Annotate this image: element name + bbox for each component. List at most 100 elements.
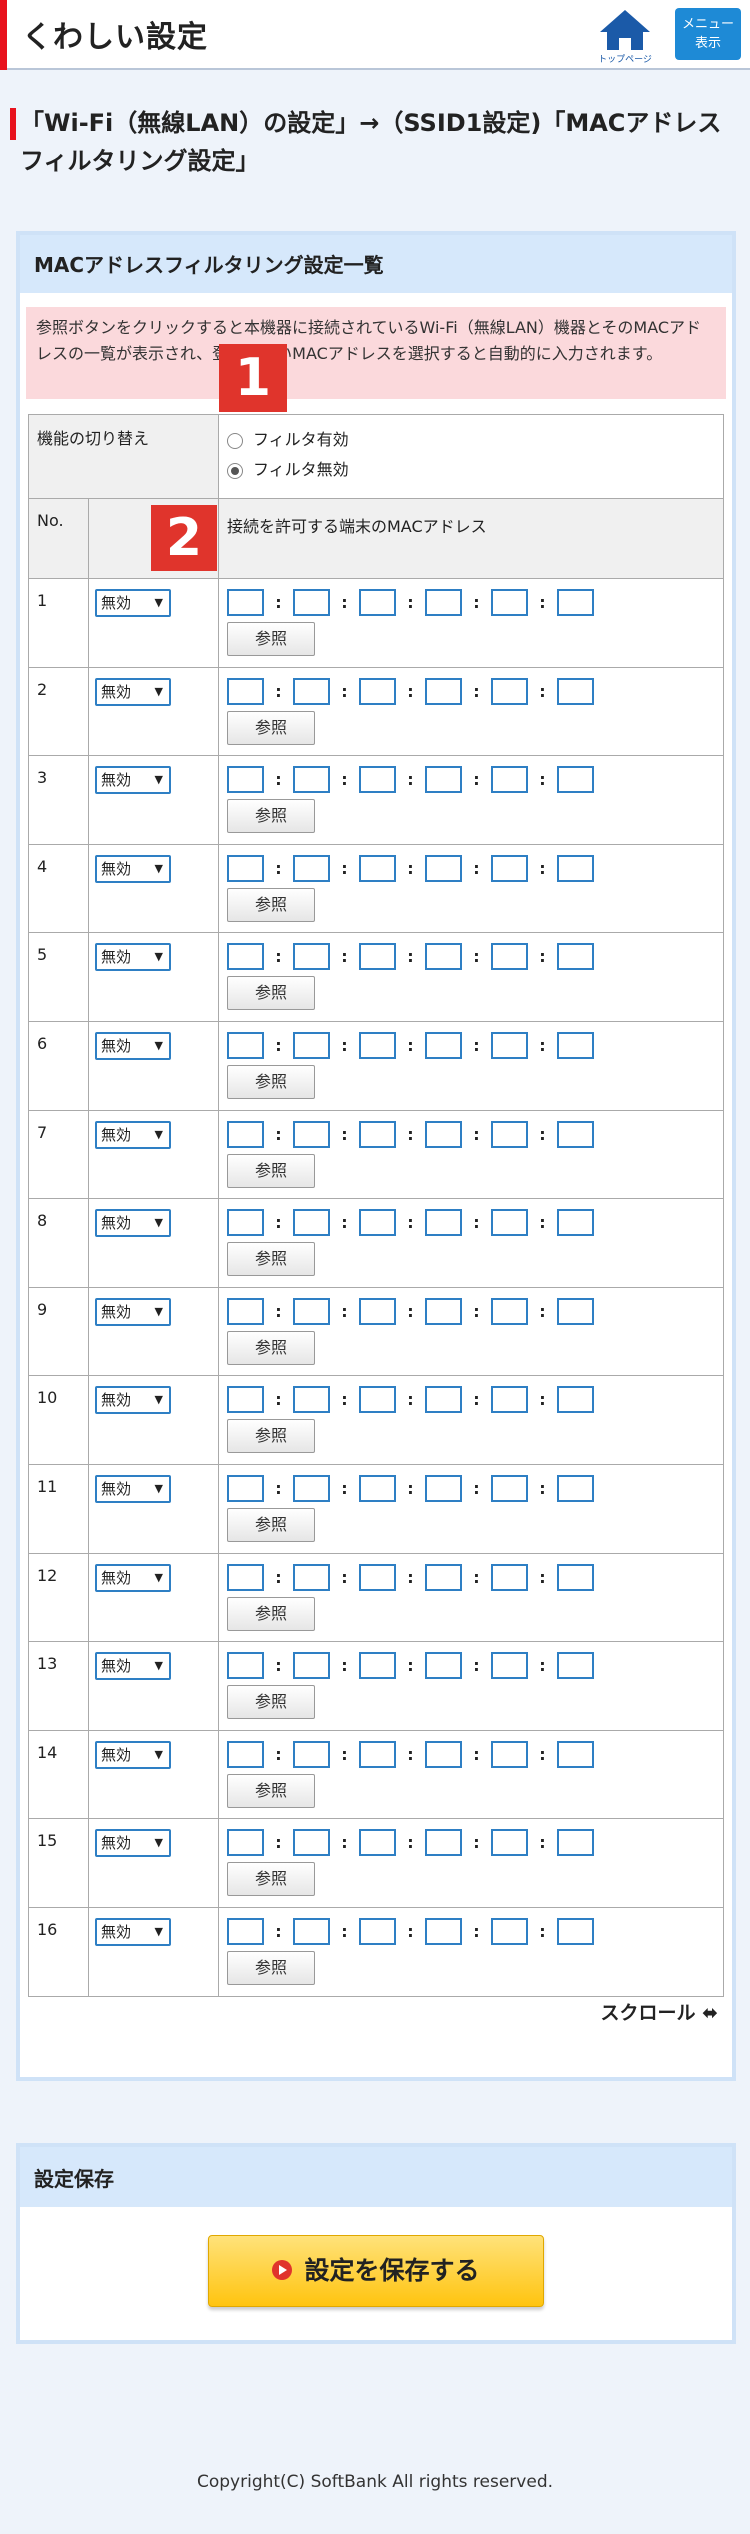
mac-octet-input[interactable] (227, 1209, 264, 1237)
mac-octet-input[interactable] (557, 766, 594, 794)
mac-octet-input[interactable] (227, 854, 264, 882)
mac-octet-input[interactable] (425, 1474, 462, 1502)
mac-octet-input[interactable] (425, 1563, 462, 1591)
mac-octet-input[interactable] (359, 1829, 396, 1857)
mac-octet-input[interactable] (557, 677, 594, 705)
browse-button[interactable]: 参照 (227, 976, 315, 1011)
mac-octet-input[interactable] (359, 1474, 396, 1502)
mac-octet-input[interactable] (425, 1740, 462, 1768)
mac-octet-input[interactable] (359, 1297, 396, 1325)
radio-filter-off[interactable]: フィルタ無効 (227, 455, 715, 485)
mac-octet-input[interactable] (293, 1829, 330, 1857)
status-select[interactable]: 無効 ▼ (95, 1386, 171, 1415)
mac-octet-input[interactable] (425, 1829, 462, 1857)
browse-button[interactable]: 参照 (227, 887, 315, 922)
mac-octet-input[interactable] (227, 1917, 264, 1945)
mac-octet-input[interactable] (557, 1120, 594, 1148)
home-button[interactable]: トップページ (592, 8, 658, 66)
browse-button[interactable]: 参照 (227, 1773, 315, 1808)
mac-octet-input[interactable] (491, 589, 528, 616)
radio-off-circle[interactable] (227, 462, 243, 479)
mac-octet-input[interactable] (557, 1740, 594, 1768)
mac-octet-input[interactable] (557, 854, 594, 882)
mac-octet-input[interactable] (491, 1563, 528, 1591)
mac-octet-input[interactable] (557, 1474, 594, 1502)
mac-octet-input[interactable] (359, 589, 396, 616)
menu-button[interactable]: メニュー 表示 (675, 8, 741, 60)
mac-octet-input[interactable] (359, 1740, 396, 1768)
mac-octet-input[interactable] (491, 854, 528, 882)
mac-octet-input[interactable] (359, 854, 396, 882)
mac-octet-input[interactable] (557, 589, 594, 616)
status-select[interactable]: 無効 ▼ (95, 1563, 171, 1592)
browse-button[interactable]: 参照 (227, 1330, 315, 1365)
status-select[interactable]: 無効 ▼ (95, 1652, 171, 1681)
mac-octet-input[interactable] (293, 1031, 330, 1059)
mac-octet-input[interactable] (425, 1031, 462, 1059)
mac-octet-input[interactable] (227, 1652, 264, 1680)
mac-octet-input[interactable] (293, 1474, 330, 1502)
browse-button[interactable]: 参照 (227, 1596, 315, 1631)
mac-octet-input[interactable] (491, 1740, 528, 1768)
status-select[interactable]: 無効 ▼ (95, 854, 171, 883)
mac-octet-input[interactable] (425, 1917, 462, 1945)
mac-octet-input[interactable] (425, 1652, 462, 1680)
mac-octet-input[interactable] (425, 1386, 462, 1414)
mac-octet-input[interactable] (227, 1031, 264, 1059)
mac-octet-input[interactable] (491, 1120, 528, 1148)
status-select[interactable]: 無効 ▼ (95, 1474, 171, 1503)
mac-octet-input[interactable] (227, 1474, 264, 1502)
browse-button[interactable]: 参照 (227, 1242, 315, 1277)
mac-octet-input[interactable] (293, 1563, 330, 1591)
status-select[interactable]: 無効 ▼ (95, 589, 171, 617)
browse-button[interactable]: 参照 (227, 1153, 315, 1188)
mac-octet-input[interactable] (359, 1031, 396, 1059)
browse-button[interactable]: 参照 (227, 1950, 315, 1985)
mac-octet-input[interactable] (359, 1652, 396, 1680)
mac-octet-input[interactable] (227, 589, 264, 616)
mac-octet-input[interactable] (359, 1563, 396, 1591)
mac-octet-input[interactable] (425, 589, 462, 616)
mac-octet-input[interactable] (491, 1474, 528, 1502)
mac-octet-input[interactable] (491, 943, 528, 971)
mac-octet-input[interactable] (425, 1297, 462, 1325)
mac-octet-input[interactable] (557, 1297, 594, 1325)
radio-on-circle[interactable] (227, 432, 243, 449)
status-select[interactable]: 無効 ▼ (95, 1209, 171, 1238)
mac-octet-input[interactable] (227, 766, 264, 794)
browse-button[interactable]: 参照 (227, 622, 315, 656)
mac-octet-input[interactable] (425, 766, 462, 794)
mac-octet-input[interactable] (293, 1917, 330, 1945)
mac-octet-input[interactable] (491, 1386, 528, 1414)
browse-button[interactable]: 参照 (227, 710, 315, 745)
status-select[interactable]: 無効 ▼ (95, 943, 171, 972)
mac-octet-input[interactable] (227, 1386, 264, 1414)
mac-octet-input[interactable] (557, 1917, 594, 1945)
mac-octet-input[interactable] (491, 1917, 528, 1945)
status-select[interactable]: 無効 ▼ (95, 1829, 171, 1858)
browse-button[interactable]: 参照 (227, 1862, 315, 1897)
mac-octet-input[interactable] (425, 1209, 462, 1237)
status-select[interactable]: 無効 ▼ (95, 1297, 171, 1326)
status-select[interactable]: 無効 ▼ (95, 677, 171, 706)
mac-octet-input[interactable] (491, 1297, 528, 1325)
mac-octet-input[interactable] (293, 677, 330, 705)
mac-octet-input[interactable] (227, 1297, 264, 1325)
mac-octet-input[interactable] (557, 1563, 594, 1591)
browse-button[interactable]: 参照 (227, 799, 315, 834)
radio-filter-on[interactable]: フィルタ有効 (227, 425, 715, 455)
mac-octet-input[interactable] (491, 766, 528, 794)
mac-octet-input[interactable] (425, 1120, 462, 1148)
mac-octet-input[interactable] (491, 677, 528, 705)
mac-octet-input[interactable] (425, 943, 462, 971)
status-select[interactable]: 無効 ▼ (95, 1917, 171, 1946)
mac-octet-input[interactable] (557, 1209, 594, 1237)
mac-octet-input[interactable] (227, 1120, 264, 1148)
browse-button[interactable]: 参照 (227, 1507, 315, 1542)
mac-octet-input[interactable] (227, 677, 264, 705)
mac-octet-input[interactable] (227, 1740, 264, 1768)
mac-octet-input[interactable] (491, 1652, 528, 1680)
mac-octet-input[interactable] (227, 943, 264, 971)
mac-octet-input[interactable] (293, 1120, 330, 1148)
mac-octet-input[interactable] (557, 1829, 594, 1857)
